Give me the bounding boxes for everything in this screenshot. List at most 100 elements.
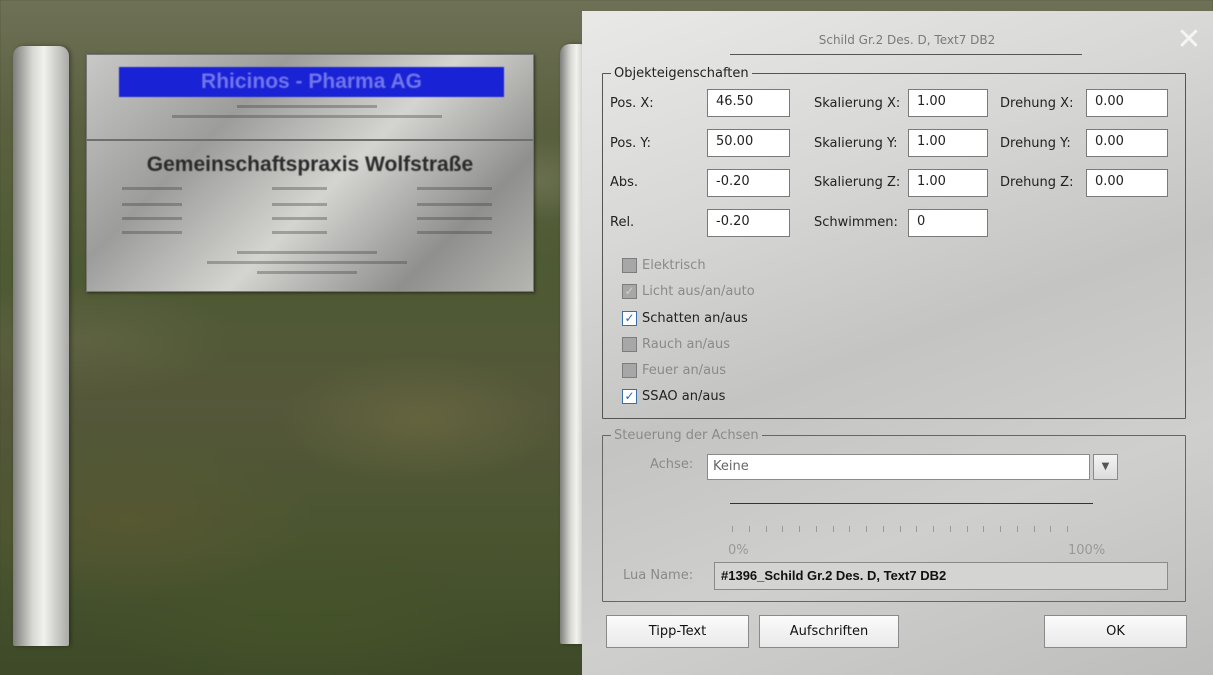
checkbox-ssao-label[interactable]: SSAO an/aus: [642, 389, 725, 404]
slider-tick: [1000, 526, 1001, 532]
rel-label: Rel.: [610, 215, 635, 230]
sign-fine-print: [272, 217, 327, 220]
scale-x-field[interactable]: 1.00: [908, 89, 988, 117]
slider-min-label: 0%: [728, 543, 749, 558]
slider-tick: [732, 526, 733, 532]
rel-field[interactable]: -0.20: [707, 209, 790, 237]
slider-tick: [765, 526, 767, 532]
rot-x-field[interactable]: 0.00: [1086, 89, 1168, 117]
pos-x-field[interactable]: 46.50: [707, 89, 790, 117]
checkbox-feuer-label: Feuer an/aus: [642, 362, 727, 378]
pos-y-field[interactable]: 50.00: [707, 129, 790, 157]
sign-fine-print: [207, 261, 407, 264]
axis-label: Achse:: [650, 457, 694, 472]
slider-tick: [866, 526, 867, 532]
sign-fine-print: [122, 203, 182, 206]
checkbox-schatten-box[interactable]: [622, 310, 637, 326]
sign-title: Gemeinschaftspraxis Wolfstraße: [146, 153, 474, 176]
checkbox-schatten[interactable]: Schatten an/aus: [622, 307, 748, 329]
lua-name-field: #1396_Schild Gr.2 Des. D, Text7 DB2: [714, 562, 1168, 590]
checkbox-ssao[interactable]: SSAO an/aus: [622, 385, 725, 407]
pos-y-label: Pos. Y:: [610, 136, 651, 151]
rot-z-field[interactable]: 0.00: [1086, 169, 1168, 197]
checkbox-elektrisch: Elektrisch: [622, 254, 706, 276]
sign-fine-print: [417, 217, 492, 220]
slider-tick: [899, 526, 901, 532]
slider-tick: [1050, 526, 1052, 532]
swim-label: Schwimmen:: [814, 215, 898, 230]
chevron-down-icon[interactable]: ▼: [1093, 454, 1118, 480]
sign-post-left: [13, 46, 69, 646]
axis-control-legend: Steuerung der Achsen: [614, 428, 759, 443]
rot-x-label: Drehung X:: [1000, 96, 1074, 111]
checkbox-licht-label: Licht aus/an/auto: [642, 283, 755, 299]
axis-slider-track[interactable]: [730, 503, 1093, 504]
rot-z-label: Drehung Z:: [1000, 175, 1074, 190]
slider-tick: [849, 526, 851, 532]
slider-tick: [949, 526, 951, 532]
object-properties-dialog: Schild Gr.2 Des. D, Text7 DB2 ✕ Objektei…: [582, 11, 1213, 675]
axis-select[interactable]: Keine: [707, 454, 1090, 480]
ok-button[interactable]: OK: [1044, 615, 1187, 648]
scale-z-label: Skalierung Z:: [814, 175, 901, 190]
sign-fine-print: [272, 203, 327, 206]
scale-z-field[interactable]: 1.00: [908, 169, 988, 197]
checkbox-licht-box: [622, 283, 637, 299]
rot-y-field[interactable]: 0.00: [1086, 129, 1168, 157]
sign-fine-print: [417, 187, 492, 190]
sign-fine-print: [417, 203, 492, 206]
checkbox-rauch-label: Rauch an/aus: [642, 336, 731, 352]
pos-x-label: Pos. X:: [610, 96, 654, 111]
scale-x-label: Skalierung X:: [814, 96, 901, 111]
abs-label: Abs.: [610, 175, 639, 190]
checkbox-feuer-box: [622, 362, 637, 378]
lua-name-label: Lua Name:: [623, 568, 694, 583]
close-icon[interactable]: ✕: [1175, 25, 1203, 55]
checkbox-rauch: Rauch an/aus: [622, 333, 730, 355]
sign-fine-print: [122, 231, 182, 234]
slider-tick: [933, 526, 934, 532]
checkbox-schatten-label[interactable]: Schatten an/aus: [642, 311, 748, 326]
sign-divider: [87, 139, 533, 141]
slider-tick: [1033, 526, 1035, 532]
slider-tick: [815, 526, 817, 532]
sign-banner: Rhicinos - Pharma AG: [119, 67, 504, 97]
dialog-title: Schild Gr.2 Des. D, Text7 DB2: [818, 33, 996, 47]
checkbox-licht: Licht aus/an/auto: [622, 280, 755, 302]
sign-fine-print: [237, 105, 377, 108]
title-underline: [730, 54, 1082, 55]
object-properties-legend: Objekteigenschaften: [614, 66, 749, 81]
sign-fine-print: [272, 231, 327, 234]
slider-tick: [966, 526, 968, 532]
slider-tick: [832, 526, 834, 532]
checkbox-rauch-box: [622, 336, 637, 352]
abs-field[interactable]: -0.20: [707, 169, 790, 197]
sign-plate: Rhicinos - Pharma AG Gemeinschaftspraxis…: [86, 54, 534, 292]
swim-field[interactable]: 0: [908, 209, 988, 237]
slider-tick: [1067, 526, 1068, 532]
sign-fine-print: [172, 115, 442, 118]
scale-y-field[interactable]: 1.00: [908, 129, 988, 157]
checkbox-elektrisch-label: Elektrisch: [642, 257, 706, 273]
checkbox-feuer: Feuer an/aus: [622, 359, 726, 381]
sign-fine-print: [122, 187, 182, 190]
slider-tick: [916, 526, 918, 532]
rot-y-label: Drehung Y:: [1000, 136, 1071, 151]
aufschriften-button[interactable]: Aufschriften: [759, 615, 899, 648]
slider-max-label: 100%: [1068, 543, 1106, 558]
slider-tick: [799, 526, 800, 532]
slider-tick: [1016, 526, 1018, 532]
sign-fine-print: [257, 271, 357, 274]
slider-tick: [782, 526, 784, 532]
tipp-text-button[interactable]: Tipp-Text: [606, 615, 749, 648]
checkbox-ssao-box[interactable]: [622, 388, 637, 404]
sign-fine-print: [237, 251, 377, 254]
checkbox-elektrisch-box: [622, 257, 637, 273]
sign-fine-print: [122, 217, 182, 220]
sign-fine-print: [417, 231, 492, 234]
slider-tick: [882, 526, 884, 532]
scale-y-label: Skalierung Y:: [814, 136, 898, 151]
axis-slider-ticks: [732, 526, 1068, 532]
slider-tick: [983, 526, 985, 532]
slider-tick: [748, 526, 750, 532]
